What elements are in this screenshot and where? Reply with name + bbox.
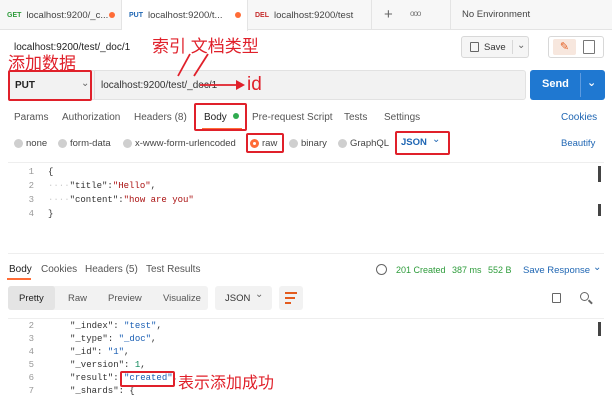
- radio-form-data-label: form-data: [70, 138, 111, 149]
- response-size[interactable]: 552 B: [488, 265, 512, 275]
- save-label: Save: [484, 42, 506, 53]
- more-tabs-button[interactable]: ooo: [410, 9, 421, 18]
- annotation-arrow-id: [200, 80, 245, 90]
- save-icon: [470, 42, 479, 52]
- document-icon[interactable]: [583, 40, 595, 54]
- view-toggle[interactable]: ✎: [548, 36, 604, 58]
- unsaved-dot-icon: [109, 12, 115, 18]
- method-badge: GET: [7, 11, 22, 19]
- chevron-down-icon[interactable]: ⌄: [517, 40, 525, 51]
- code-line: }: [48, 209, 54, 219]
- annotation-box-created: [120, 371, 175, 387]
- tab-authorization[interactable]: Authorization: [62, 112, 120, 123]
- edit-icon[interactable]: ✎: [553, 39, 576, 55]
- response-tab-cookies[interactable]: Cookies: [41, 264, 77, 275]
- scrollbar[interactable]: [598, 322, 601, 336]
- annotation-box-raw: [246, 133, 284, 153]
- divider: [450, 0, 451, 30]
- radio-urlencoded[interactable]: [123, 139, 132, 148]
- request-body-editor[interactable]: [8, 162, 604, 254]
- code-line: "_id": "1",: [70, 347, 130, 357]
- annotation-id: id: [247, 74, 262, 95]
- code-line: ····"content":"how are you": [48, 195, 194, 205]
- chevron-down-icon[interactable]: ⌄: [593, 262, 601, 273]
- globe-icon[interactable]: [376, 264, 387, 275]
- view-raw[interactable]: Raw: [68, 293, 87, 304]
- response-tab-test-results[interactable]: Test Results: [146, 264, 200, 275]
- annotation-add-data: 添加数据: [8, 54, 76, 73]
- code-line: "_version": 1,: [70, 360, 146, 370]
- request-tab-del[interactable]: DEL localhost:9200/test: [248, 0, 372, 30]
- tab-prerequest-script[interactable]: Pre-request Script: [252, 112, 333, 123]
- annotation-box-json: [395, 131, 450, 155]
- tab-settings[interactable]: Settings: [384, 112, 420, 123]
- radio-none[interactable]: [14, 139, 23, 148]
- scrollbar[interactable]: [598, 204, 601, 216]
- scrollbar[interactable]: [598, 166, 601, 182]
- send-label: Send: [542, 78, 569, 90]
- view-visualize[interactable]: Visualize: [163, 293, 201, 304]
- request-tab-get[interactable]: GET localhost:9200/_c...: [0, 0, 122, 30]
- code-line: ····"title":"Hello",: [48, 181, 157, 191]
- status-code[interactable]: 201 Created: [396, 265, 446, 275]
- radio-none-label: none: [26, 138, 48, 149]
- code-line: "_shards": {: [70, 386, 135, 396]
- tab-title: localhost:9200/t...: [148, 10, 223, 21]
- annotation-created-meaning: 表示添加成功: [178, 375, 275, 392]
- save-button[interactable]: Save ⌄: [461, 36, 529, 58]
- radio-graphql-label: GraphQL: [350, 138, 390, 149]
- response-tab-body[interactable]: Body: [9, 264, 32, 275]
- radio-binary[interactable]: [289, 139, 298, 148]
- view-preview[interactable]: Preview: [108, 293, 142, 304]
- view-pretty[interactable]: Pretty: [19, 293, 44, 304]
- wrap-lines-icon: [285, 292, 297, 294]
- response-time[interactable]: 387 ms: [452, 265, 482, 275]
- response-format-select[interactable]: JSON ⌄: [215, 286, 272, 310]
- code-line: {: [48, 167, 54, 177]
- method-badge: DEL: [255, 11, 269, 19]
- code-line: "_type": "_doc",: [70, 334, 157, 344]
- tab-tests[interactable]: Tests: [344, 112, 367, 123]
- response-tab-headers[interactable]: Headers (5): [85, 264, 138, 275]
- annotation-box-body-tab: [194, 103, 247, 131]
- environment-select[interactable]: No Environment: [462, 9, 530, 20]
- unsaved-dot-icon: [235, 12, 241, 18]
- annotation-arrows: [177, 53, 209, 77]
- tab-params[interactable]: Params: [14, 112, 48, 123]
- method-badge: PUT: [129, 12, 143, 19]
- chevron-down-icon[interactable]: ⌄: [587, 76, 596, 89]
- radio-graphql[interactable]: [338, 139, 347, 148]
- send-button[interactable]: Send ⌄: [530, 70, 605, 100]
- wrap-lines-button[interactable]: [279, 286, 303, 310]
- tab-headers[interactable]: Headers (8): [134, 112, 187, 123]
- radio-form-data[interactable]: [58, 139, 67, 148]
- code-line: "_index": "test",: [70, 321, 162, 331]
- cookies-link[interactable]: Cookies: [561, 112, 597, 123]
- new-tab-button[interactable]: +: [384, 6, 393, 23]
- radio-urlencoded-label: x-www-form-urlencoded: [135, 138, 236, 149]
- request-tab-put[interactable]: PUT localhost:9200/t...: [122, 0, 248, 31]
- tab-title: localhost:9200/_c...: [26, 9, 109, 21]
- save-response-button[interactable]: Save Response: [523, 265, 590, 276]
- annotation-box-method: [8, 70, 92, 101]
- tab-bar: GET localhost:9200/_c... PUT localhost:9…: [0, 0, 612, 31]
- radio-binary-label: binary: [301, 138, 327, 149]
- chevron-down-icon: ⌄: [255, 289, 264, 300]
- active-tab-underline: [7, 278, 31, 280]
- copy-icon[interactable]: [552, 293, 561, 303]
- beautify-button[interactable]: Beautify: [561, 138, 595, 149]
- tab-title: localhost:9200/test: [274, 9, 354, 21]
